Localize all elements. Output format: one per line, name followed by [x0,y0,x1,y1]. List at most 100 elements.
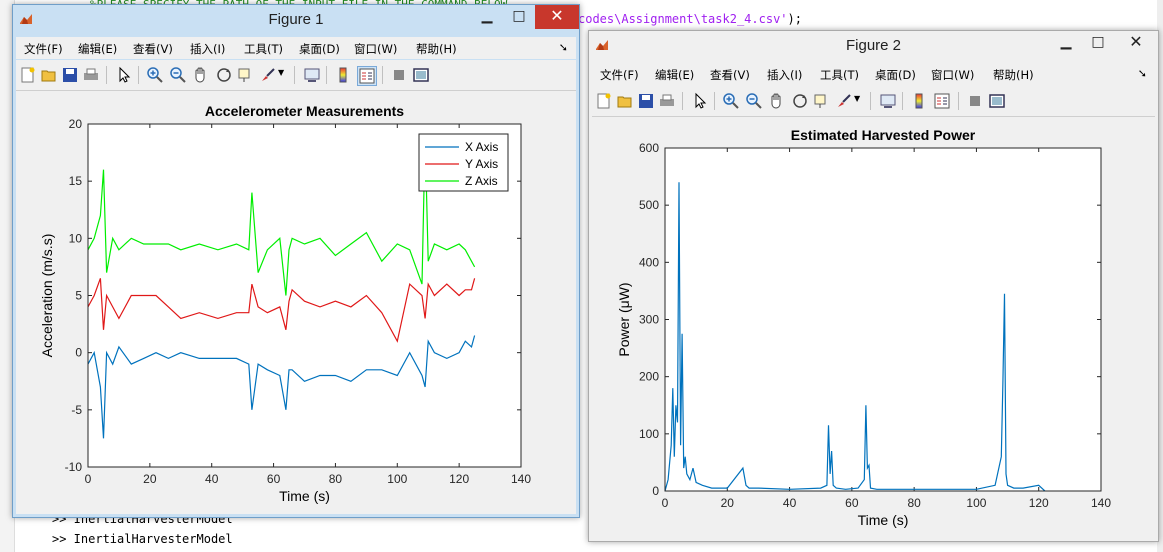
close-button[interactable]: ✕ [1114,31,1158,55]
y-tick-label: 400 [639,255,659,269]
menu-view[interactable]: 查看(V) [710,67,750,83]
colorbar-icon[interactable] [334,66,352,84]
power-chart: Estimated Harvested Power 0 20 40 60 80 100 120… [616,127,1111,528]
new-figure-icon[interactable] [19,66,37,84]
menubar-arrow-icon[interactable]: ➘ [559,41,568,54]
pointer-icon[interactable] [115,66,133,84]
toolbar-separator [870,92,871,110]
close-button[interactable]: ✕ [535,5,579,29]
toolbar-separator [902,92,903,110]
save-icon[interactable] [61,66,79,84]
menu-insert[interactable]: 插入(I) [190,41,225,57]
figure2-window[interactable]: Figure 2 ▁ □ ✕ 文件(F) 编辑(E) 查看(V) 插入(I) 工… [588,30,1159,542]
minimize-button[interactable]: ▁ [471,5,503,29]
y-tick-label: -10 [65,460,83,474]
x-tick-label: 20 [143,472,157,486]
y-tick-label: 10 [69,231,83,245]
y-tick-label: 5 [75,289,82,303]
menu-desktop[interactable]: 桌面(D) [875,67,916,83]
brush-dropdown-icon[interactable]: ▼ [854,94,860,103]
rotate-3d-icon[interactable] [215,66,233,84]
figure1-titlebar[interactable]: Figure 1 ▁ □ ✕ [13,5,579,35]
zoom-out-icon[interactable] [745,92,763,110]
zoom-out-icon[interactable] [169,66,187,84]
hide-plot-tools-icon[interactable] [966,92,984,110]
rotate-3d-icon[interactable] [791,92,809,110]
legend-toggle-icon[interactable] [357,66,377,86]
brush-icon[interactable] [259,66,277,84]
y-tick-label: -5 [71,403,82,417]
show-plot-tools-icon[interactable] [988,92,1006,110]
menu-edit[interactable]: 编辑(E) [78,41,117,57]
toolbar-separator [382,66,383,84]
menubar-arrow-icon[interactable]: ➘ [1138,67,1147,80]
show-plot-tools-icon[interactable] [412,66,430,84]
open-file-icon[interactable] [40,66,58,84]
maximize-button[interactable]: □ [503,5,535,29]
x-tick-label: 40 [205,472,219,486]
menu-window[interactable]: 窗口(W) [931,67,974,83]
code-path-string: codes\Assignment\task2_4.csv' [578,12,788,26]
x-tick-label: 140 [511,472,531,486]
pan-hand-icon[interactable] [192,66,210,84]
maximize-button[interactable]: □ [1082,31,1114,55]
new-figure-icon[interactable] [595,92,613,110]
x-tick-label: 0 [662,496,669,510]
code-path-line: codes\Assignment\task2_4.csv'); [578,12,802,26]
x-tick-label: 40 [783,496,797,510]
menu-tools[interactable]: 工具(T) [244,41,283,57]
menu-tools[interactable]: 工具(T) [820,67,859,83]
legend-entry: Y Axis [465,157,498,171]
menu-file[interactable]: 文件(F) [600,67,639,83]
code-path-suffix: ); [787,12,802,26]
menu-help[interactable]: 帮助(H) [416,41,457,57]
toolbar-separator [326,66,327,84]
legend-toggle-icon[interactable] [933,92,951,110]
data-cursor-icon[interactable] [812,92,830,110]
figure2-menubar: 文件(F) 编辑(E) 查看(V) 插入(I) 工具(T) 桌面(D) 窗口(W… [592,63,1155,85]
y-tick-label: 15 [69,174,83,188]
menu-view[interactable]: 查看(V) [133,41,173,57]
colorbar-icon[interactable] [910,92,928,110]
open-file-icon[interactable] [616,92,634,110]
pointer-icon[interactable] [691,92,709,110]
menu-desktop[interactable]: 桌面(D) [299,41,340,57]
menu-window[interactable]: 窗口(W) [354,41,397,57]
print-icon[interactable] [658,92,676,110]
brush-dropdown-icon[interactable]: ▼ [278,68,284,77]
figure1-canvas: Accelerometer Measurements 0 20 40 60 80 100 12… [16,91,576,514]
link-plot-icon[interactable] [303,66,321,84]
x-tick-label: 60 [845,496,859,510]
menu-insert[interactable]: 插入(I) [767,67,802,83]
x-tick-label: 100 [387,472,407,486]
toolbar-separator [958,92,959,110]
toolbar-separator [294,66,295,84]
y-tick-label: 0 [75,346,82,360]
y-tick-label: 600 [639,141,659,155]
zoom-in-icon[interactable] [146,66,164,84]
minimize-button[interactable]: ▁ [1050,31,1082,55]
hide-plot-tools-icon[interactable] [390,66,408,84]
toolbar-separator [106,66,107,84]
data-cursor-icon[interactable] [236,66,254,84]
zoom-in-icon[interactable] [722,92,740,110]
figure2-titlebar[interactable]: Figure 2 ▁ □ ✕ [589,31,1158,61]
legend: X Axis Y Axis Z Axis [418,133,509,192]
legend-entry: X Axis [465,140,498,154]
x-axis-label: Time (s) [858,512,909,528]
menu-edit[interactable]: 编辑(E) [655,67,694,83]
figure2-toolbar: ▼ [592,86,1155,117]
x-tick-label: 120 [1029,496,1049,510]
brush-icon[interactable] [835,92,853,110]
save-icon[interactable] [637,92,655,110]
figure2-canvas: Estimated Harvested Power 0 20 40 60 80 100 120… [592,117,1155,538]
x-tick-label: 100 [966,496,986,510]
figure1-window[interactable]: Figure 1 ▁ □ ✕ 文件(F) 编辑(E) 查看(V) 插入(I) 工… [12,4,580,518]
menu-file[interactable]: 文件(F) [24,41,63,57]
pan-hand-icon[interactable] [768,92,786,110]
y-tick-label: 200 [639,370,659,384]
link-plot-icon[interactable] [879,92,897,110]
print-icon[interactable] [82,66,100,84]
chart-title: Accelerometer Measurements [205,103,404,119]
menu-help[interactable]: 帮助(H) [993,67,1034,83]
